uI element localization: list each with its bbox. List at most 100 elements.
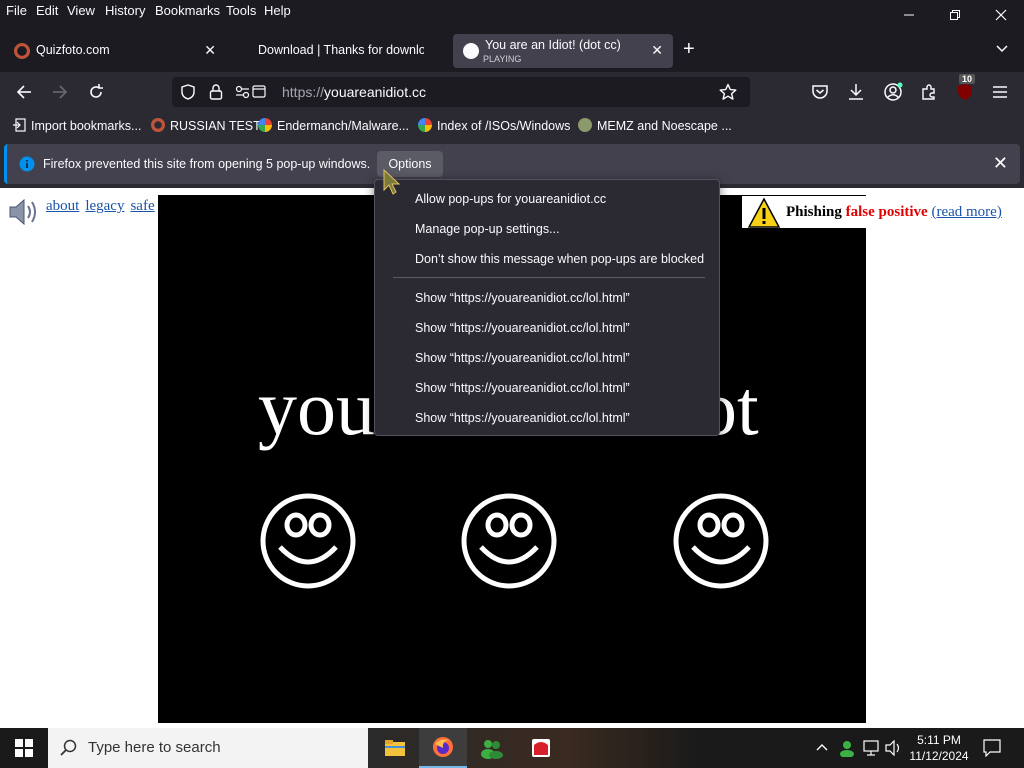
tab-title: Quizfoto.com (36, 43, 110, 57)
plus-icon: + (683, 38, 695, 60)
notification-text: Firefox prevented this site from opening… (43, 157, 371, 171)
manage-popup-settings-item[interactable]: Manage pop-up settings... (415, 222, 560, 236)
pocket-icon (812, 85, 828, 99)
windows-logo-icon (15, 739, 33, 757)
file-explorer-taskbar-button[interactable] (371, 728, 419, 768)
bookmark-memz[interactable]: MEMZ and Noescape ... (578, 118, 732, 133)
taskbar: Type here to search 5:11 PM 11/12/2024 (0, 728, 1024, 768)
search-placeholder: Type here to search (88, 739, 221, 756)
chevron-up-icon[interactable] (816, 742, 828, 752)
taskbar-clock[interactable]: 5:11 PM 11/12/2024 (906, 732, 972, 764)
menu-history[interactable]: History (105, 3, 145, 18)
show-popup-item[interactable]: Show “https://youareanidiot.cc/lol.html” (415, 351, 630, 365)
account-icon (884, 82, 903, 101)
bookmark-star-icon[interactable] (719, 83, 737, 101)
menu-tools[interactable]: Tools (226, 3, 256, 18)
start-button[interactable] (0, 728, 48, 768)
bookmark-import[interactable]: Import bookmarks... (12, 118, 141, 133)
permissions-icon[interactable] (235, 85, 267, 99)
show-popup-item[interactable]: Show “https://youareanidiot.cc/lol.html” (415, 321, 630, 335)
network-user-icon[interactable] (838, 739, 856, 757)
notifications-icon[interactable] (983, 739, 1001, 757)
speaker-icon[interactable] (6, 196, 40, 228)
tab-title: Download | Thanks for downloa (258, 43, 424, 57)
bookmark-endermanch[interactable]: Endermanch/Malware... (258, 118, 409, 133)
smiley-face-icon (461, 493, 557, 589)
read-more-link[interactable]: (read more) (931, 204, 1001, 220)
bookmark-russian-test[interactable]: RUSSIAN TEST (151, 118, 261, 133)
ublock-button[interactable]: 10 (953, 74, 977, 104)
show-popup-item[interactable]: Show “https://youareanidiot.cc/lol.html” (415, 381, 630, 395)
page-links: about legacy safe (46, 198, 161, 215)
red-app-icon (532, 739, 550, 757)
false-positive-text: false positive (845, 204, 928, 220)
allow-popups-item[interactable]: Allow pop-ups for youareanidiot.cc (415, 192, 606, 206)
tab-close-icon[interactable]: ✕ (204, 42, 216, 59)
smiley-face-icon (673, 493, 769, 589)
url-bar[interactable]: https://youareanidiot.cc (172, 77, 750, 107)
legacy-link[interactable]: legacy (85, 198, 124, 214)
bookmarks-toolbar: Import bookmarks... RUSSIAN TEST Enderma… (0, 112, 1024, 140)
forward-button[interactable] (48, 80, 72, 104)
dont-show-message-item[interactable]: Don’t show this message when pop-ups are… (415, 252, 704, 266)
safe-link[interactable]: safe (130, 198, 154, 214)
phishing-word: Phishing (786, 204, 842, 220)
about-link[interactable]: about (46, 198, 79, 214)
new-tab-button[interactable]: + (683, 38, 695, 61)
network-icon[interactable] (863, 740, 881, 756)
tab-playing-status: PLAYING (483, 54, 522, 64)
show-popup-item[interactable]: Show “https://youareanidiot.cc/lol.html” (415, 291, 630, 305)
smiley-favicon-icon (463, 43, 479, 59)
minimize-icon (904, 14, 914, 16)
volume-icon[interactable] (885, 740, 903, 756)
list-all-tabs-button[interactable] (994, 40, 1010, 61)
back-arrow-icon (16, 85, 31, 99)
downloads-button[interactable] (844, 80, 868, 104)
url-text[interactable]: https://youareanidiot.cc (282, 84, 426, 100)
app-menu-button[interactable] (988, 80, 1012, 104)
clock-date: 11/12/2024 (909, 749, 969, 763)
tab-title: You are an Idiot! (dot cc) (485, 38, 621, 52)
minimize-button[interactable] (886, 0, 932, 30)
shield-icon[interactable] (180, 84, 196, 100)
menu-file[interactable]: File (6, 3, 27, 18)
site-favicon-icon (14, 43, 30, 59)
menu-separator (393, 277, 705, 278)
menu-help[interactable]: Help (264, 3, 291, 18)
lock-icon[interactable] (208, 83, 224, 101)
menu-bookmarks[interactable]: Bookmarks (155, 3, 220, 18)
firefox-taskbar-button[interactable] (419, 728, 467, 768)
notification-close-icon[interactable]: ✕ (993, 153, 1008, 174)
people-icon (481, 740, 503, 759)
reload-button[interactable] (84, 80, 108, 104)
google-icon (258, 118, 272, 132)
restore-button[interactable] (932, 0, 978, 30)
close-window-button[interactable] (978, 0, 1024, 30)
app-taskbar-button[interactable] (517, 728, 565, 768)
extension-badge: 10 (959, 74, 976, 84)
warning-icon (748, 198, 780, 228)
extensions-button[interactable] (917, 80, 941, 104)
chevron-down-icon (996, 45, 1008, 53)
menu-edit[interactable]: Edit (36, 3, 58, 18)
tab-download[interactable]: Download | Thanks for downloa (228, 34, 450, 68)
tab-quizfoto[interactable]: Quizfoto.com ✕ (4, 34, 226, 68)
tab-close-icon[interactable]: ✕ (651, 42, 663, 59)
reload-icon (90, 84, 103, 98)
search-icon (60, 739, 77, 756)
app-taskbar-button[interactable] (468, 728, 516, 768)
tab-you-are-an-idiot[interactable]: You are an Idiot! (dot cc) PLAYING ✕ (453, 34, 673, 68)
pocket-button[interactable] (808, 80, 832, 104)
site-icon (151, 118, 165, 132)
taskbar-search-box[interactable]: Type here to search (48, 728, 368, 768)
clock-time: 5:11 PM (917, 733, 961, 747)
back-button[interactable] (12, 80, 36, 104)
menu-view[interactable]: View (67, 3, 95, 18)
tab-strip: Quizfoto.com ✕ Download | Thanks for dow… (0, 30, 1024, 72)
download-icon (849, 84, 863, 100)
popup-blocked-notification: Firefox prevented this site from opening… (4, 144, 1020, 184)
show-popup-item[interactable]: Show “https://youareanidiot.cc/lol.html” (415, 411, 630, 425)
bookmark-index-isos[interactable]: Index of /ISOs/Windows (418, 118, 570, 133)
phishing-notice: Phishing false positive (read more) (742, 196, 1024, 228)
account-button[interactable] (881, 80, 905, 104)
